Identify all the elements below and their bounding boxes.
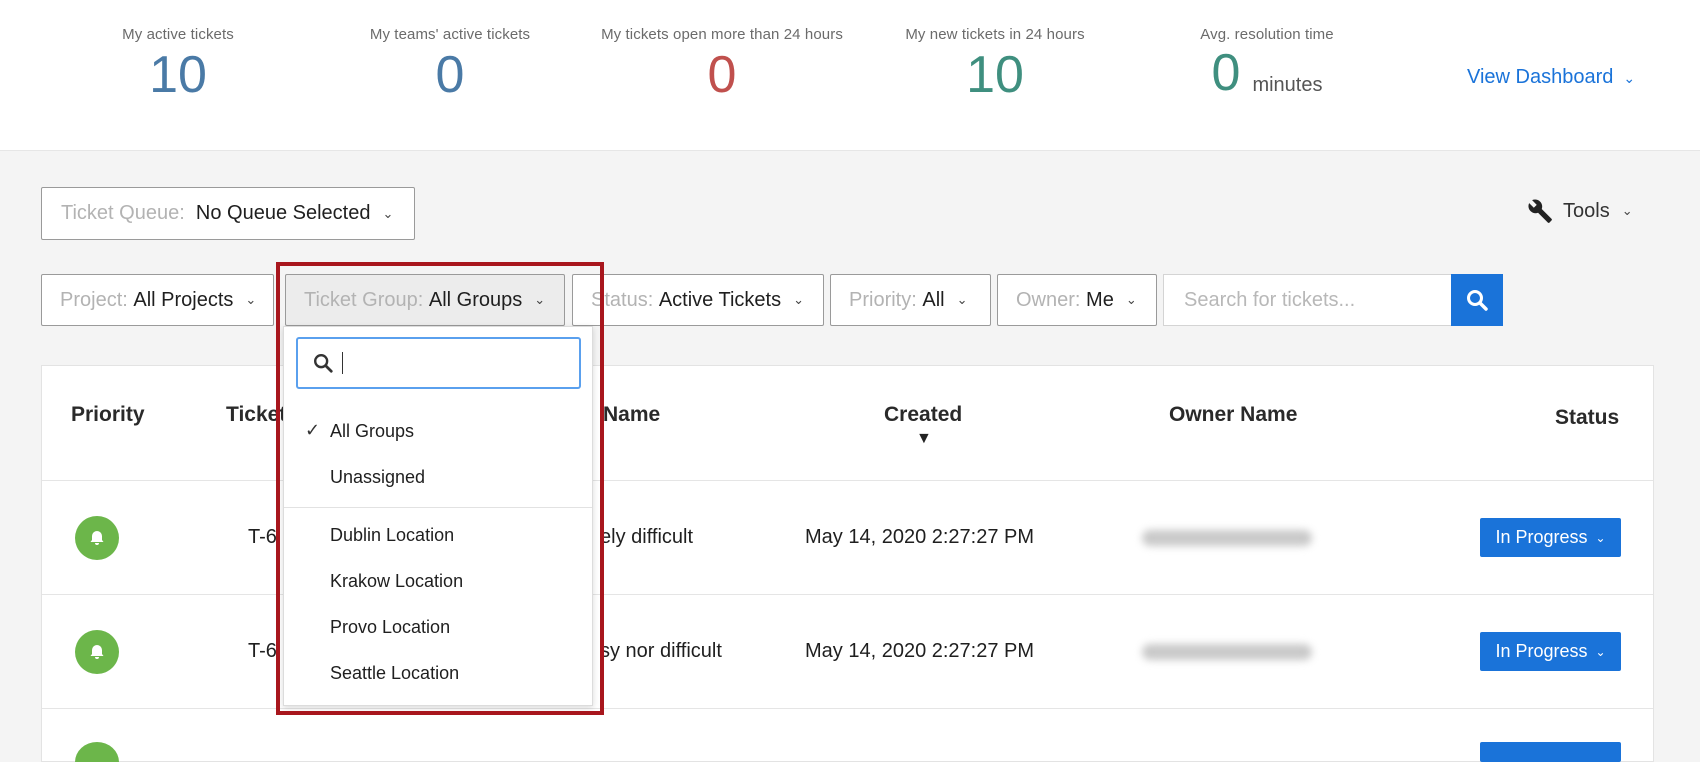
stat-label: My active tickets: [122, 26, 234, 43]
ticket-group-filter-value: All Groups: [428, 288, 523, 311]
ticket-queue-select[interactable]: Ticket Queue: No Queue Selected ⌄: [41, 187, 415, 240]
status-dropdown-button[interactable]: In Progress ⌄: [1480, 632, 1621, 671]
ticket-group-dropdown: ✓ All Groups Unassigned Dublin Location …: [283, 326, 593, 706]
stat-open-24h: My tickets open more than 24 hours 0: [572, 26, 872, 105]
stat-value: 0: [435, 46, 465, 104]
ticket-queue-value: No Queue Selected: [195, 202, 371, 224]
stat-label: My teams' active tickets: [369, 26, 531, 43]
priority-filter-value: All: [922, 288, 945, 311]
view-dashboard-label: View Dashboard: [1467, 66, 1614, 88]
column-header-priority[interactable]: Priority: [71, 403, 145, 427]
status-dropdown-button[interactable]: [1480, 742, 1621, 762]
column-header-owner[interactable]: Owner Name: [1169, 403, 1297, 427]
chevron-down-icon: ⌄: [1623, 70, 1636, 86]
dropdown-search-field[interactable]: [296, 337, 581, 389]
priority-filter-label: Priority:: [849, 288, 917, 311]
wrench-icon: [1528, 199, 1552, 223]
ticket-queue-label: Ticket Queue:: [61, 202, 185, 224]
tools-menu[interactable]: Tools ⌄: [1527, 198, 1633, 224]
stat-label: My tickets open more than 24 hours: [601, 26, 843, 43]
status-filter-label: Status:: [591, 288, 654, 311]
view-dashboard-link[interactable]: View Dashboard ⌄: [1467, 66, 1635, 89]
group-option-seattle[interactable]: Seattle Location: [330, 663, 459, 684]
tools-label: Tools: [1563, 199, 1610, 222]
dropdown-divider: [284, 507, 592, 508]
ticket-id[interactable]: T-6: [248, 640, 277, 663]
search-icon: [1467, 290, 1488, 311]
group-option-dublin[interactable]: Dublin Location: [330, 525, 454, 546]
group-option-provo[interactable]: Provo Location: [330, 617, 450, 638]
column-header-status[interactable]: Status: [1555, 406, 1619, 430]
chevron-down-icon: ⌄: [245, 292, 257, 307]
stats-bar: My active tickets 10 My teams' active ti…: [0, 0, 1700, 151]
project-filter-label: Project:: [60, 288, 128, 311]
stat-label: My new tickets in 24 hours: [905, 26, 1085, 43]
chevron-down-icon: ⌄: [1125, 292, 1137, 307]
chevron-down-icon: ⌄: [1621, 203, 1633, 218]
column-header-created[interactable]: Created: [884, 403, 962, 427]
owner-filter[interactable]: Owner: Me ⌄: [997, 274, 1157, 326]
ticket-name: sy nor difficult: [600, 640, 722, 662]
stat-value-row: 0 minutes: [1117, 43, 1417, 103]
checkmark-icon: ✓: [305, 420, 321, 440]
chevron-down-icon: ⌄: [534, 292, 546, 307]
chevron-down-icon: ⌄: [1595, 644, 1606, 659]
ticket-group-filter[interactable]: Ticket Group: All Groups ⌄: [285, 274, 565, 326]
owner-filter-label: Owner:: [1016, 288, 1081, 311]
stat-value: 10: [149, 46, 207, 104]
stat-new-24h: My new tickets in 24 hours 10: [845, 26, 1145, 105]
stat-value: 10: [966, 46, 1024, 104]
stat-value: 0: [707, 46, 737, 104]
chevron-down-icon: ⌄: [793, 292, 804, 307]
status-dropdown-button[interactable]: In Progress ⌄: [1480, 518, 1621, 557]
search-button[interactable]: [1451, 274, 1503, 326]
status-label: In Progress: [1495, 527, 1588, 547]
column-header-name[interactable]: Name: [603, 403, 660, 427]
project-filter[interactable]: Project: All Projects ⌄: [41, 274, 274, 326]
stat-avg-resolution: Avg. resolution time 0 minutes: [1117, 26, 1417, 103]
ticket-name: ely difficult: [600, 526, 694, 548]
priority-filter[interactable]: Priority: All ⌄: [830, 274, 991, 326]
status-filter[interactable]: Status: Active Tickets ⌄: [572, 274, 824, 326]
group-option-all-groups[interactable]: All Groups: [330, 421, 414, 442]
stat-value: 0: [1211, 44, 1241, 102]
owner-name-redacted: [1142, 644, 1312, 660]
chevron-down-icon: ⌄: [382, 205, 394, 221]
text-cursor: [342, 352, 343, 374]
created-date: May 14, 2020 2:27:27 PM: [805, 640, 1035, 662]
sort-descending-icon: ▼: [916, 430, 932, 447]
stat-teams-active-tickets: My teams' active tickets 0: [300, 26, 600, 105]
chevron-down-icon: ⌄: [956, 292, 968, 307]
group-option-unassigned[interactable]: Unassigned: [330, 467, 425, 488]
priority-bell-icon: [75, 630, 119, 674]
row-divider: [42, 708, 1653, 709]
ticket-group-filter-label: Ticket Group:: [304, 288, 424, 311]
project-filter-value: All Projects: [133, 288, 234, 311]
owner-name-redacted: [1142, 530, 1312, 546]
ticket-id[interactable]: T-6: [248, 526, 277, 549]
created-date: May 14, 2020 2:27:27 PM: [805, 526, 1035, 548]
priority-bell-icon: [75, 516, 119, 560]
search-icon: [314, 354, 333, 373]
ticket-search-input[interactable]: [1163, 274, 1452, 326]
stat-my-active-tickets: My active tickets 10: [28, 26, 328, 105]
owner-filter-value: Me: [1086, 288, 1114, 311]
status-filter-value: Active Tickets: [658, 288, 782, 311]
group-option-krakow[interactable]: Krakow Location: [330, 571, 463, 592]
column-header-ticket[interactable]: Ticket: [226, 403, 286, 427]
stat-label: Avg. resolution time: [1200, 26, 1334, 43]
status-label: In Progress: [1495, 641, 1588, 661]
chevron-down-icon: ⌄: [1595, 530, 1606, 545]
stat-unit: minutes: [1252, 74, 1323, 97]
